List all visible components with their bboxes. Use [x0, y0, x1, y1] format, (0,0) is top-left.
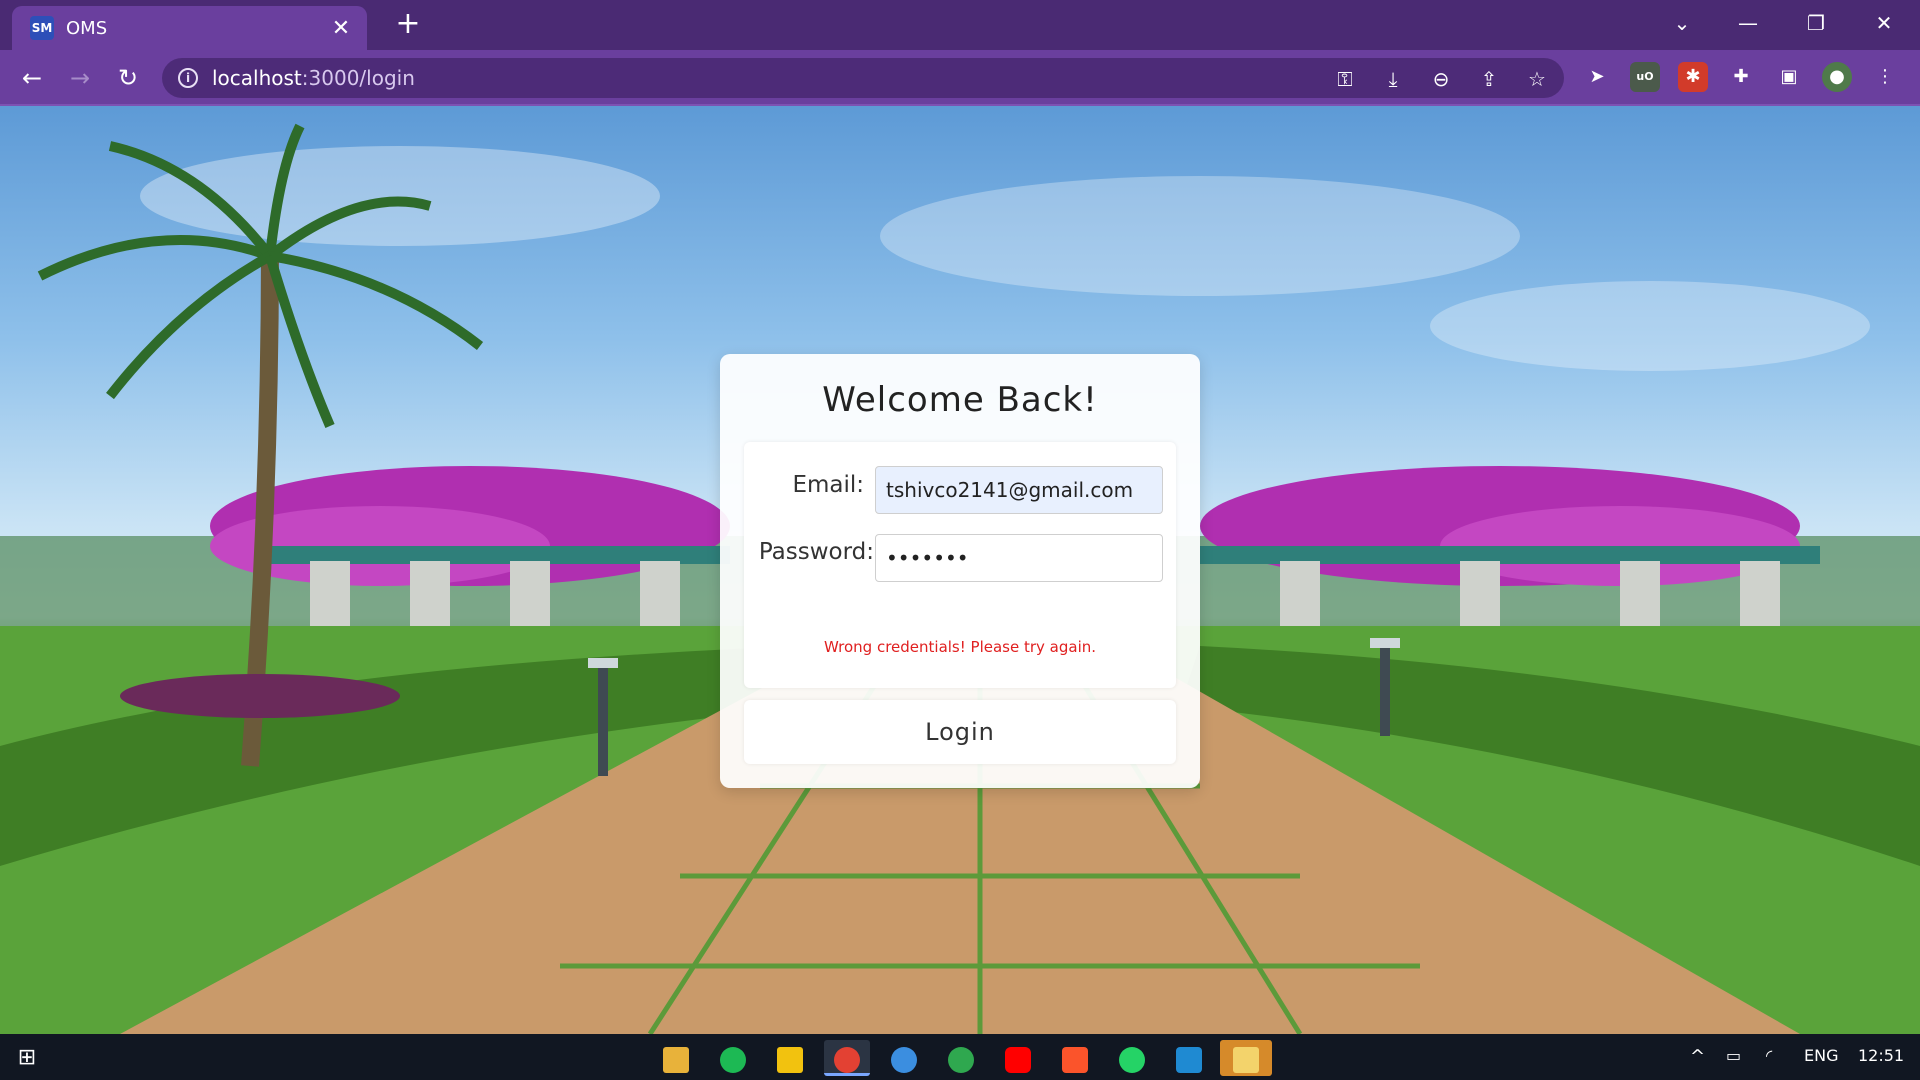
address-bar[interactable]: i localhost:3000/login ⚿ ⤓ ⊖ ⇪ ☆	[162, 58, 1564, 98]
whatsapp-icon[interactable]	[1109, 1040, 1155, 1076]
vscode-icon[interactable]	[1166, 1040, 1212, 1076]
email-label: Email:	[792, 472, 864, 498]
tray-chevron-icon[interactable]: ^	[1690, 1046, 1705, 1067]
cursor-extension-icon[interactable]: ➤	[1582, 62, 1612, 92]
battery-icon[interactable]: ▭	[1726, 1046, 1741, 1065]
share-icon[interactable]: ⇪	[1476, 66, 1502, 92]
password-label: Password:	[758, 539, 874, 565]
more-icon[interactable]: ⋮	[1870, 62, 1900, 92]
windows-start-icon[interactable]: ⊞	[4, 1040, 50, 1076]
reload-icon[interactable]: ↻	[112, 62, 144, 94]
login-card: Welcome Back! Email: Password: Wrong cre…	[720, 354, 1200, 788]
clock[interactable]: 12:51	[1858, 1046, 1904, 1065]
tab-strip: SM OMS ✕ + ⌄ — ❐ ✕	[0, 0, 1920, 50]
side-panel-icon[interactable]: ▣	[1774, 62, 1804, 92]
info-icon[interactable]: i	[178, 68, 198, 88]
wifi-icon[interactable]: ◜	[1766, 1046, 1772, 1065]
login-form: Email: Password: Wrong credentials! Plea…	[744, 442, 1176, 688]
app-highlight-icon[interactable]	[1220, 1040, 1272, 1076]
password-field[interactable]	[875, 534, 1163, 582]
key-icon[interactable]: ⚿	[1332, 66, 1358, 92]
file-explorer-icon[interactable]	[653, 1040, 699, 1076]
minimize-button[interactable]: —	[1728, 8, 1768, 38]
site-favicon-icon: SM	[30, 16, 54, 40]
spotify-icon[interactable]	[710, 1040, 756, 1076]
taskbar: ⊞ ^ ▭ ◜ ENG 12:51	[0, 1034, 1920, 1080]
ublock-icon[interactable]: uO	[1630, 62, 1660, 92]
forward-icon[interactable]: →	[64, 62, 96, 94]
chrome-alt-icon[interactable]	[938, 1040, 984, 1076]
close-tab-icon[interactable]: ✕	[329, 16, 353, 41]
email-field[interactable]	[875, 466, 1163, 514]
page-viewport: Welcome Back! Email: Password: Wrong cre…	[0, 106, 1920, 1034]
page-title: Welcome Back!	[822, 380, 1098, 420]
star-icon[interactable]: ☆	[1524, 66, 1550, 92]
language-indicator[interactable]: ENG	[1804, 1046, 1838, 1065]
install-icon[interactable]: ⤓	[1380, 66, 1406, 92]
youtube-icon[interactable]	[995, 1040, 1041, 1076]
browser-toolbar: ← → ↻ i localhost:3000/login ⚿ ⤓ ⊖ ⇪ ☆ ➤…	[0, 50, 1920, 106]
tab-search-icon[interactable]: ⌄	[1662, 8, 1702, 38]
profile-avatar[interactable]: ●	[1822, 62, 1852, 92]
chrome-icon[interactable]	[824, 1040, 870, 1076]
spotify-alt-icon[interactable]	[881, 1040, 927, 1076]
brave-icon[interactable]	[1052, 1040, 1098, 1076]
tab-oms[interactable]: SM OMS ✕	[12, 6, 367, 50]
back-icon[interactable]: ←	[16, 62, 48, 94]
restore-button[interactable]: ❐	[1796, 8, 1836, 38]
url-text[interactable]: localhost:3000/login	[212, 66, 415, 90]
login-button[interactable]: Login	[744, 700, 1176, 764]
app-yellow-icon[interactable]	[767, 1040, 813, 1076]
zoom-icon[interactable]: ⊖	[1428, 66, 1454, 92]
tab-title: OMS	[66, 17, 108, 39]
new-tab-button[interactable]: +	[392, 9, 424, 41]
close-window-button[interactable]: ✕	[1864, 8, 1904, 38]
puzzle-icon[interactable]: ✚	[1726, 62, 1756, 92]
ext-red-icon[interactable]: ✱	[1678, 62, 1708, 92]
error-message: Wrong credentials! Please try again.	[823, 638, 1097, 656]
